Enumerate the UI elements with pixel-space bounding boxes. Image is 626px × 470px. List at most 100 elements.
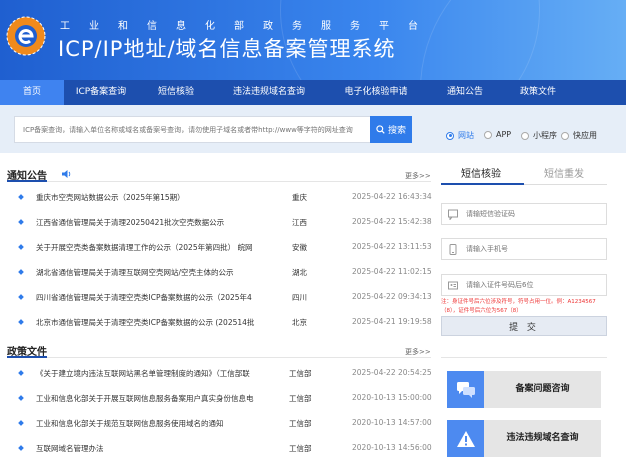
item-date: 2020-10-13 14:56:00 — [352, 443, 432, 452]
message-icon — [448, 209, 458, 220]
notices-more-link[interactable]: 更多>> — [405, 171, 431, 181]
nav-item-sms-verify[interactable]: 短信核验 — [138, 80, 214, 105]
speaker-icon — [62, 170, 71, 178]
list-item[interactable]: 《关于建立境内违法互联网站黑名单管理制度的通知》（工信部联 工信部 2025-04-… — [0, 364, 432, 389]
radio-dot — [446, 131, 454, 140]
radio-app[interactable]: APP — [484, 130, 511, 139]
item-region: 安徽 — [292, 243, 307, 252]
id-field[interactable] — [441, 274, 607, 296]
radio-dot — [484, 130, 492, 139]
bullet-icon — [18, 445, 24, 451]
radio-dot — [561, 131, 569, 140]
item-title: 工业和信息化部关于规范互联网信息服务使用域名的通知 — [36, 419, 224, 428]
search-button[interactable]: 搜索 — [370, 116, 412, 143]
list-item[interactable]: 北京市通信管理局关于清理空壳类ICP备案数据的公示 (202514批 北京 2025… — [0, 313, 432, 338]
radio-label: 快应用 — [573, 131, 597, 140]
divider — [7, 181, 431, 182]
miit-logo-icon — [6, 16, 46, 56]
divider — [7, 357, 431, 358]
radio-label: 网站 — [458, 131, 474, 140]
list-item[interactable]: 四川省通信管理局关于清理空壳类ICP备案数据的公示（2025年4 四川 2025-0… — [0, 288, 432, 313]
header-banner: 工业和信息化部政务服务平台 ICP/IP地址/域名信息备案管理系统 — [0, 0, 626, 80]
id-input[interactable] — [466, 277, 604, 293]
sms-code-input[interactable] — [466, 206, 604, 222]
phone-icon — [449, 244, 457, 255]
radio-miniprogram[interactable]: 小程序 — [521, 130, 557, 141]
bullet-icon — [18, 269, 24, 275]
item-date: 2020-10-13 14:57:00 — [352, 418, 432, 427]
bullet-icon — [18, 194, 24, 200]
warning-icon — [456, 430, 475, 447]
sms-tabs: 短信核验 短信重发 — [441, 161, 607, 185]
bullet-icon — [18, 370, 24, 376]
nav-item-icp-query[interactable]: ICP备案查询 — [64, 80, 138, 105]
list-item[interactable]: 工业和信息化部关于规范互联网信息服务使用域名的通知 工信部 2020-10-13 1… — [0, 414, 432, 439]
item-region: 工信部 — [289, 369, 312, 378]
bullet-icon — [18, 219, 24, 225]
consult-card[interactable]: 备案问题咨询 — [447, 371, 601, 408]
item-title: 北京市通信管理局关于清理空壳类ICP备案数据的公示 (202514批 — [36, 318, 255, 327]
item-title: 四川省通信管理局关于清理空壳类ICP备案数据的公示（2025年4 — [36, 293, 252, 302]
item-title: 工业和信息化部关于开展互联网信息服务备案用户真实身份信息电 — [36, 394, 254, 403]
item-region: 工信部 — [289, 444, 312, 453]
card-label: 备案问题咨询 — [515, 384, 570, 394]
radio-label: APP — [496, 130, 512, 139]
search-input[interactable] — [14, 116, 370, 143]
item-region: 江西 — [292, 218, 307, 227]
card-label: 违法违规域名查询 — [506, 433, 579, 443]
item-title: 互联网域名管理办法 — [36, 444, 104, 453]
item-region: 工信部 — [289, 394, 312, 403]
list-item[interactable]: 工业和信息化部关于开展互联网信息服务备案用户真实身份信息电 工信部 2020-10-… — [0, 389, 432, 414]
sms-code-field[interactable] — [441, 203, 607, 225]
item-date: 2025-04-22 13:11:53 — [352, 242, 432, 251]
bullet-icon — [18, 319, 24, 325]
item-region: 工信部 — [289, 419, 312, 428]
radio-dot — [521, 131, 529, 140]
item-region: 湖北 — [292, 268, 307, 277]
list-item[interactable]: 湖北省通信管理局关于清理互联网空壳网站/空壳主体的公示 湖北 2025-04-22 … — [0, 263, 432, 288]
phone-field[interactable] — [441, 238, 607, 260]
title-underline — [7, 356, 47, 358]
main-nav: 首页 ICP备案查询 短信核验 违法违规域名查询 电子化核验申请 通知公告 政策… — [0, 80, 626, 105]
list-item[interactable]: 重庆市空壳网站数据公示（2025年第15期） 重庆 2025-04-22 16:43… — [0, 188, 432, 213]
radio-website[interactable]: 网站 — [446, 130, 474, 141]
nav-item-illegal-domain[interactable]: 违法违规域名查询 — [214, 80, 324, 105]
tab-sms-verify[interactable]: 短信核验 — [461, 165, 501, 180]
search-icon — [376, 125, 385, 134]
item-title: 江西省通信管理局关于清理20250421批次空壳数据公示 — [36, 218, 225, 227]
divider — [441, 357, 607, 358]
submit-button[interactable]: 提 交 — [441, 316, 607, 336]
bullet-icon — [18, 420, 24, 426]
item-date: 2025-04-22 11:02:15 — [352, 267, 432, 276]
item-region: 重庆 — [292, 193, 307, 202]
item-date: 2025-04-22 16:43:34 — [352, 192, 432, 201]
search-bar: 搜索 网站 APP 小程序 快应用 — [0, 105, 626, 153]
card-icon-box — [447, 420, 484, 457]
site-title: ICP/IP地址/域名信息备案管理系统 — [58, 37, 396, 61]
tab-underline — [441, 183, 524, 185]
card-icon-box — [447, 371, 484, 408]
item-region: 北京 — [292, 318, 307, 327]
policies-more-link[interactable]: 更多>> — [405, 347, 431, 357]
phone-input[interactable] — [466, 241, 604, 257]
tab-sms-resend[interactable]: 短信重发 — [544, 165, 584, 180]
item-title: 关于开展空壳类备案数据清理工作的公示（2025年第四批） 皖网 — [36, 243, 253, 252]
radio-label: 小程序 — [533, 131, 557, 140]
nav-item-e-verify[interactable]: 电子化核验申请 — [324, 80, 428, 105]
list-item[interactable]: 江西省通信管理局关于清理20250421批次空壳数据公示 江西 2025-04-22… — [0, 213, 432, 238]
title-underline — [7, 180, 47, 182]
item-date: 2020-10-13 15:00:00 — [352, 393, 432, 402]
illegal-domain-card[interactable]: 违法违规域名查询 — [447, 420, 601, 457]
nav-item-home[interactable]: 首页 — [0, 80, 64, 105]
bullet-icon — [18, 244, 24, 250]
item-title: 重庆市空壳网站数据公示（2025年第15期） — [36, 193, 185, 202]
banner-decoration — [420, 0, 626, 80]
item-date: 2025-04-21 19:19:58 — [352, 317, 432, 326]
nav-item-notices[interactable]: 通知公告 — [428, 80, 502, 105]
id-card-icon — [448, 281, 458, 290]
radio-quickapp[interactable]: 快应用 — [561, 130, 597, 141]
list-item[interactable]: 关于开展空壳类备案数据清理工作的公示（2025年第四批） 皖网 安徽 2025-04… — [0, 238, 432, 263]
item-date: 2025-04-22 20:54:25 — [352, 368, 432, 377]
nav-item-policies[interactable]: 政策文件 — [502, 80, 574, 105]
list-item[interactable]: 互联网域名管理办法 工信部 2020-10-13 14:56:00 — [0, 439, 432, 464]
